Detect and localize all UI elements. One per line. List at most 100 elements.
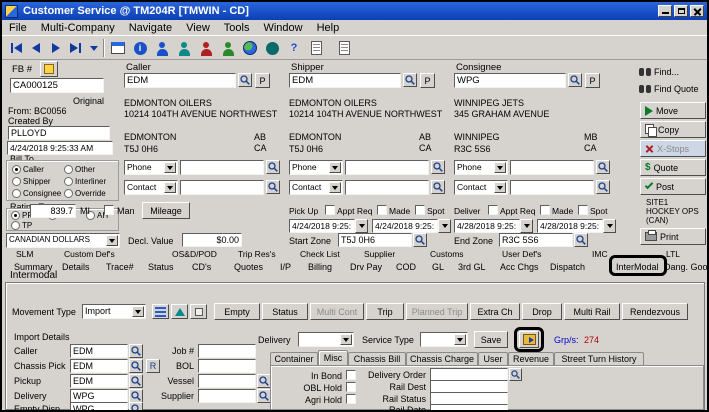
tab-acc-chgs[interactable]: Acc Chgs: [500, 262, 539, 272]
caller-phone-button[interactable]: [266, 160, 280, 174]
tab-quotes[interactable]: Quotes: [234, 262, 263, 272]
pickup-spot-checkbox[interactable]: [415, 205, 425, 215]
tab-cod[interactable]: COD: [396, 262, 416, 272]
first-record-button[interactable]: [6, 38, 26, 58]
maximize-button[interactable]: [674, 5, 688, 17]
extra-charges-button[interactable]: Extra Ch: [470, 303, 520, 320]
window-button[interactable]: [108, 38, 128, 58]
tab-slm[interactable]: SLM: [16, 249, 33, 259]
imtab-street-turn-history[interactable]: Street Turn History: [554, 352, 644, 365]
deliver-made-checkbox[interactable]: [540, 205, 550, 215]
deliver-latest-dropdown-button[interactable]: [603, 219, 616, 233]
chevron-down-icon[interactable]: [494, 182, 506, 193]
drop-button[interactable]: Drop: [522, 303, 562, 320]
consignee-code-field[interactable]: WPG: [454, 73, 566, 88]
list-view-button[interactable]: [152, 304, 169, 319]
supplier-field[interactable]: [198, 389, 256, 403]
bill-to-radio-caller[interactable]: [12, 165, 21, 174]
pickup-made-checkbox[interactable]: [377, 205, 387, 215]
sort-up-button[interactable]: [171, 304, 188, 319]
chevron-down-icon[interactable]: [329, 162, 341, 173]
consignee-lookup-button[interactable]: [568, 73, 582, 87]
customer-button[interactable]: [152, 38, 172, 58]
tab-imc[interactable]: IMC: [592, 249, 608, 259]
pickup-latest-field[interactable]: 4/24/2018 9:25:: [372, 219, 438, 233]
shipper-phone-button[interactable]: [431, 160, 445, 174]
tab-trace[interactable]: Trace#: [106, 262, 134, 272]
rating-radio-tp[interactable]: [11, 221, 20, 230]
tab-3rd-gl[interactable]: 3rd GL: [458, 262, 486, 272]
tab-gl[interactable]: GL: [432, 262, 444, 272]
pickup-appt-req-checkbox[interactable]: [325, 205, 335, 215]
menu-help[interactable]: Help: [310, 21, 347, 35]
consignee-phone-dropdown[interactable]: Phone: [454, 160, 508, 175]
mileage-field[interactable]: 839.7: [30, 204, 76, 218]
tab-trip-res[interactable]: Trip Res's: [238, 249, 276, 259]
trip-button[interactable]: Trip: [366, 303, 404, 320]
caller-phone-dropdown[interactable]: Phone: [124, 160, 178, 175]
deliver-latest-field[interactable]: 4/28/2018 9:25:: [537, 219, 603, 233]
caller-p-button[interactable]: P: [255, 73, 270, 88]
move-button[interactable]: Move: [640, 102, 706, 119]
end-zone-field[interactable]: R3C 5S6: [499, 233, 573, 247]
rail-date-field[interactable]: [430, 404, 508, 412]
rendezvous-button[interactable]: Rendezvous: [622, 303, 688, 320]
service-type-dropdown[interactable]: [420, 332, 468, 347]
end-zone-lookup-button[interactable]: [574, 233, 588, 247]
rating-radio-ppd[interactable]: [11, 211, 20, 220]
im-delivery-dropdown[interactable]: [298, 332, 354, 347]
menu-window[interactable]: Window: [256, 21, 309, 35]
menu-file[interactable]: File: [2, 21, 34, 35]
world-button[interactable]: [240, 38, 260, 58]
consignee-contact-dropdown[interactable]: Contact: [454, 180, 508, 195]
caller-lookup-button[interactable]: [238, 73, 252, 87]
imtab-revenue[interactable]: Revenue: [508, 352, 554, 365]
pickup-latest-dropdown-button[interactable]: [438, 219, 451, 233]
consignee-contact-button[interactable]: [596, 180, 610, 194]
tab-check-list[interactable]: Check List: [300, 249, 340, 259]
multi-cont-button[interactable]: Multi Cont: [310, 303, 364, 320]
status-button[interactable]: Status: [262, 303, 308, 320]
im-delivery-lookup-button[interactable]: [129, 389, 143, 403]
im-caller-field[interactable]: EDM: [70, 344, 128, 358]
grid-button[interactable]: [190, 304, 207, 319]
currency-dropdown[interactable]: CANADIAN DOLLARS: [6, 233, 120, 248]
info-button[interactable]: i: [130, 38, 150, 58]
empty-disp-lookup-button[interactable]: [129, 402, 143, 412]
vessel-lookup-button[interactable]: [257, 374, 271, 388]
start-zone-field[interactable]: T5J 0H6: [338, 233, 412, 247]
shipper-contact-field[interactable]: [345, 180, 429, 195]
notes-button[interactable]: [40, 61, 58, 77]
driver-button[interactable]: [196, 38, 216, 58]
tab-osd-pod[interactable]: OS&D/POD: [172, 249, 217, 259]
consignee-p-button[interactable]: P: [585, 73, 600, 88]
tab-ltl[interactable]: LTL: [666, 249, 680, 259]
shipper-contact-dropdown[interactable]: Contact: [289, 180, 343, 195]
im-caller-lookup-button[interactable]: [129, 344, 143, 358]
empty-disp-field[interactable]: WPG: [70, 402, 128, 412]
export-button[interactable]: [334, 38, 354, 58]
pickup-earliest-dropdown-button[interactable]: [355, 219, 368, 233]
chevron-down-icon[interactable]: [454, 334, 466, 345]
tab-drv-pay[interactable]: Drv Pay: [350, 262, 382, 272]
bill-to-radio-shipper[interactable]: [12, 177, 21, 186]
post-button[interactable]: Post: [640, 178, 706, 195]
tab-supplier[interactable]: Supplier: [364, 249, 395, 259]
chevron-down-icon[interactable]: [494, 162, 506, 173]
caller-contact-button[interactable]: [266, 180, 280, 194]
prev-record-button[interactable]: [26, 38, 46, 58]
bill-to-radio-override[interactable]: [64, 189, 73, 198]
shipper-p-button[interactable]: P: [420, 73, 435, 88]
chassis-pick-field[interactable]: EDM: [70, 359, 128, 373]
contacts-button[interactable]: [174, 38, 194, 58]
bill-to-radio-interliner[interactable]: [64, 177, 73, 186]
deliver-earliest-field[interactable]: 4/28/2018 9:25:: [454, 219, 520, 233]
manual-mileage-checkbox[interactable]: [104, 205, 114, 215]
consignee-contact-field[interactable]: [510, 180, 594, 195]
chevron-down-icon[interactable]: [329, 182, 341, 193]
deliver-spot-checkbox[interactable]: [578, 205, 588, 215]
im-pickup-lookup-button[interactable]: [129, 374, 143, 388]
imtab-chassis-bill[interactable]: Chassis Bill: [348, 352, 406, 365]
carrier-button[interactable]: [218, 38, 238, 58]
tab-dispatch[interactable]: Dispatch: [550, 262, 585, 272]
